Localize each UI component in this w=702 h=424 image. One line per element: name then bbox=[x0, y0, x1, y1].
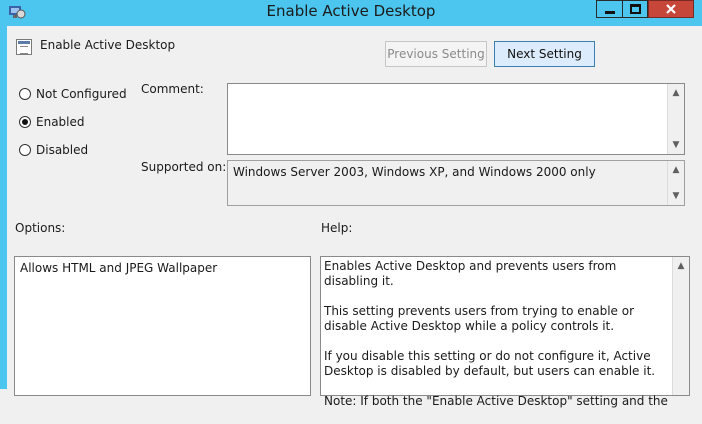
radio-label: Disabled bbox=[36, 143, 89, 157]
radio-enabled[interactable]: Enabled bbox=[19, 115, 85, 129]
minimize-icon bbox=[604, 10, 615, 14]
help-paragraph: If you disable this setting or do not co… bbox=[324, 349, 656, 378]
help-paragraph: This setting prevents users from trying … bbox=[324, 304, 635, 333]
maximize-button[interactable] bbox=[622, 0, 648, 18]
radio-label: Not Configured bbox=[36, 87, 127, 101]
radio-label: Enabled bbox=[36, 115, 85, 129]
radio-button[interactable] bbox=[19, 144, 31, 156]
radio-disabled[interactable]: Disabled bbox=[19, 143, 88, 157]
scroll-up-icon[interactable]: ▲ bbox=[668, 85, 684, 101]
help-paragraph: Note: If both the "Enable Active Desktop… bbox=[324, 394, 668, 408]
radio-button[interactable] bbox=[19, 116, 31, 128]
radio-button[interactable] bbox=[19, 88, 31, 100]
help-scrollbar[interactable]: ▲ bbox=[672, 257, 689, 395]
radio-not-configured[interactable]: Not Configured bbox=[19, 87, 127, 101]
scroll-down-icon[interactable]: ▼ bbox=[668, 137, 684, 153]
policy-name: Enable Active Desktop bbox=[40, 38, 176, 52]
maximize-icon bbox=[629, 4, 641, 14]
help-panel: Enables Active Desktop and prevents user… bbox=[320, 256, 690, 408]
supported-on-field: Windows Server 2003, Windows XP, and Win… bbox=[227, 160, 685, 206]
next-setting-button[interactable]: Next Setting bbox=[494, 41, 595, 67]
title-bar[interactable]: Enable Active Desktop bbox=[0, 0, 702, 26]
scroll-up-icon[interactable]: ▲ bbox=[668, 162, 684, 178]
previous-setting-button[interactable]: Previous Setting bbox=[385, 41, 487, 67]
supported-scrollbar[interactable]: ▲ ▼ bbox=[667, 161, 684, 205]
comment-scrollbar[interactable]: ▲ ▼ bbox=[667, 84, 684, 154]
close-icon bbox=[666, 4, 676, 14]
options-value: Allows HTML and JPEG Wallpaper bbox=[20, 261, 218, 275]
scroll-down-icon[interactable]: ▼ bbox=[668, 188, 684, 204]
help-label: Help: bbox=[321, 221, 353, 235]
help-paragraph: Enables Active Desktop and prevents user… bbox=[324, 259, 617, 288]
supported-on-value: Windows Server 2003, Windows XP, and Win… bbox=[233, 165, 596, 179]
close-button[interactable] bbox=[648, 0, 694, 18]
help-text: Enables Active Desktop and prevents user… bbox=[324, 259, 669, 424]
options-label: Options: bbox=[15, 221, 66, 235]
minimize-button[interactable] bbox=[596, 0, 622, 18]
comment-label: Comment: bbox=[141, 82, 204, 96]
comment-textarea[interactable]: ▲ ▼ bbox=[227, 83, 685, 155]
options-panel: Allows HTML and JPEG Wallpaper bbox=[14, 256, 311, 396]
policy-setting-icon bbox=[16, 39, 32, 55]
scroll-up-icon[interactable]: ▲ bbox=[673, 258, 689, 274]
supported-on-label: Supported on: bbox=[141, 160, 227, 174]
